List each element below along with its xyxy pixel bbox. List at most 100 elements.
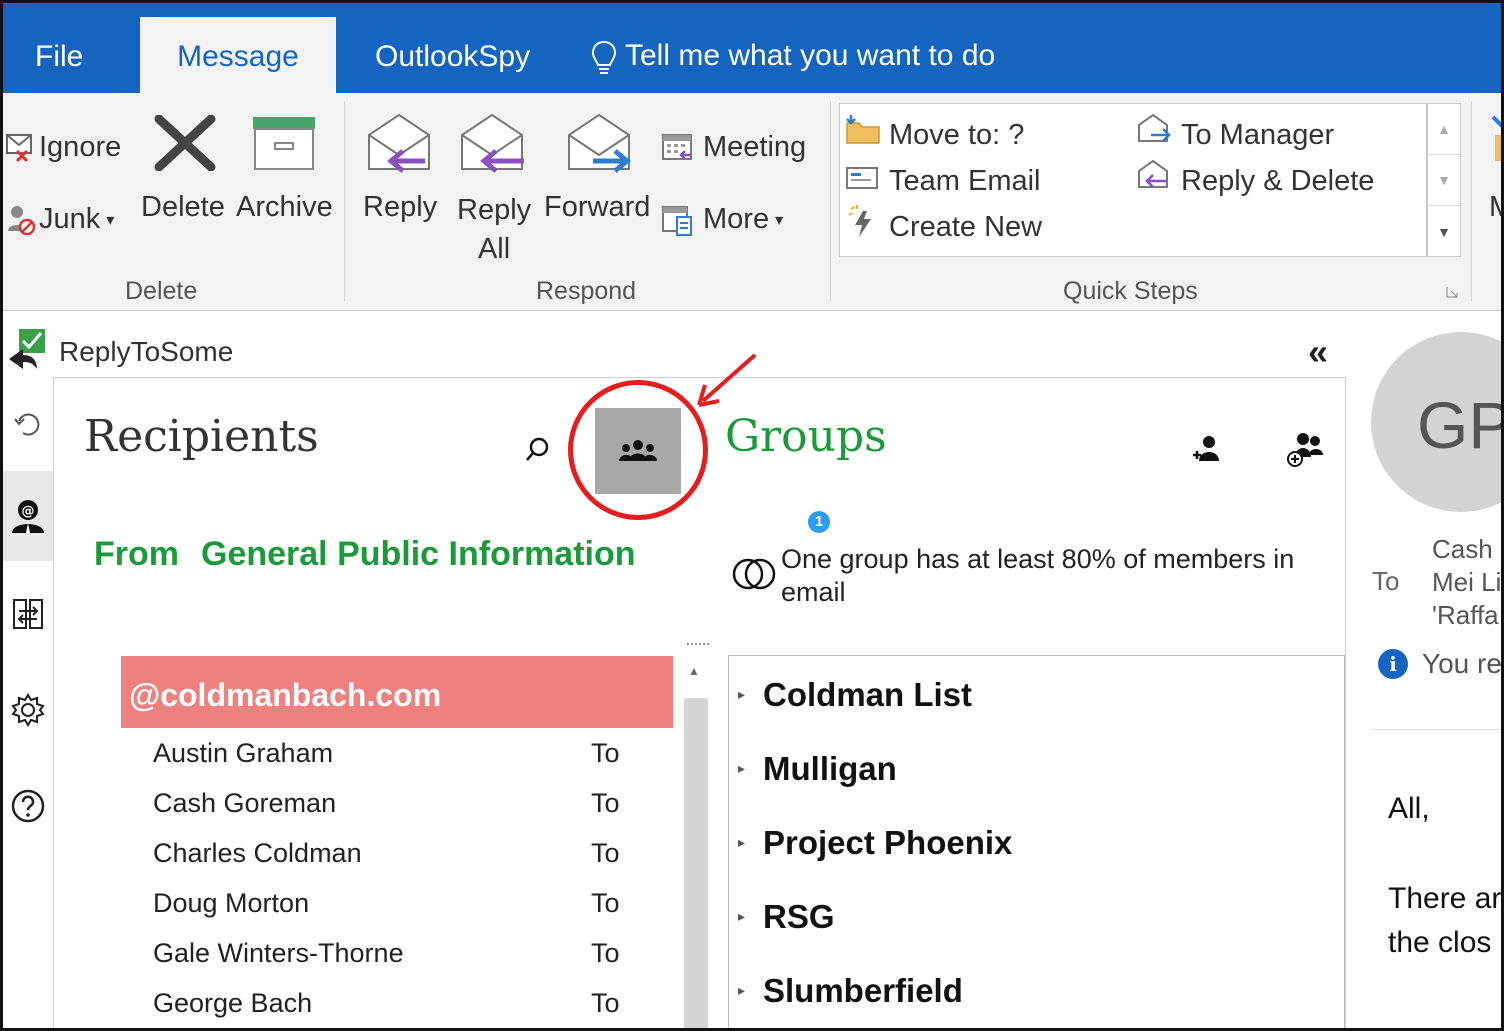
to-recipients: Cash G Mei Li 'Raffa [1432, 533, 1502, 632]
to-manager-icon [1138, 113, 1171, 142]
junk-button[interactable]: Junk ▾ [39, 203, 114, 236]
ribbon: Ignore Junk ▾ Delete Archive Delete Repl… [3, 93, 1501, 311]
recipient-name: Austin Graham [153, 738, 334, 768]
groups-list: ▸ Coldman List ▸ Mulligan ▸ Project Phoenix… [728, 655, 1345, 1028]
tab-file[interactable]: File [35, 17, 83, 93]
expand-arrow-icon[interactable]: ▸ [738, 982, 745, 999]
group-row[interactable]: ▸ Mulligan [729, 750, 1329, 810]
swap-icon [13, 599, 43, 629]
resize-grip[interactable] [687, 643, 709, 649]
group-name: Slumberfield [763, 972, 963, 1009]
chevron-down-icon: ▾ [775, 212, 784, 230]
settings-button[interactable] [3, 665, 53, 755]
to-label: To [1372, 566, 1400, 596]
from-value: General Public Information [201, 535, 636, 573]
reply-all-button[interactable]: Reply All [457, 191, 531, 269]
partial-ribbon-label: M [1489, 191, 1501, 224]
quick-steps-scrollbar[interactable]: ▲ ▼ ▼ [1427, 103, 1461, 257]
tell-me-search[interactable]: Tell me what you want to do [591, 17, 995, 93]
group-name: Project Phoenix [763, 824, 1013, 861]
dialog-launcher-icon[interactable] [1445, 285, 1459, 299]
respond-group-title: Respond [536, 277, 637, 305]
expand-arrow-icon[interactable]: ▸ [738, 908, 745, 925]
search-icon[interactable] [525, 436, 551, 464]
group-row[interactable]: ▸ Project Phoenix [729, 824, 1329, 884]
to-recipient: Mei Li [1432, 567, 1502, 597]
swap-view-button[interactable] [3, 569, 53, 659]
recipient-row[interactable]: Doug Morton To [153, 881, 633, 931]
recipient-row[interactable]: Charles Coldman To [153, 831, 633, 881]
recipient-name: Charles Coldman [153, 838, 362, 868]
reply-notice: i You re [1378, 648, 1502, 680]
archive-icon [253, 117, 315, 170]
more-label: More [703, 203, 770, 235]
double-chevron-left-icon[interactable]: « [1308, 331, 1328, 373]
expand-arrow-icon[interactable]: ▸ [738, 760, 745, 777]
reply-all-label-2: All [477, 233, 511, 265]
quick-step-team-email[interactable]: Team Email [889, 165, 1041, 198]
replytosome-logo-icon [9, 329, 45, 369]
venn-circles-icon [732, 558, 776, 590]
addin-title: ReplyToSome [59, 336, 234, 367]
meeting-button[interactable]: Meeting [703, 131, 806, 164]
recipients-view-button[interactable]: @ [3, 471, 53, 561]
quick-step-move-to[interactable]: Move to: ? [889, 119, 1024, 152]
scroll-up-icon[interactable]: ▲ [688, 664, 700, 678]
recipient-type: To [591, 988, 620, 1018]
recipient-type: To [591, 938, 620, 968]
recipient-row[interactable]: George Bach To [153, 981, 633, 1028]
reply-all-icon [461, 113, 524, 173]
domain-header[interactable]: @coldmanbach.com [121, 656, 673, 728]
reply-notice-text: You re [1422, 648, 1502, 679]
help-button[interactable] [3, 761, 53, 851]
groups-title: Groups [725, 411, 887, 462]
from-label: From [94, 535, 179, 573]
expand-gallery-icon[interactable]: ▼ [1428, 206, 1460, 257]
recipients-list: Austin Graham To Cash Goreman To Charles C… [153, 731, 633, 1028]
quick-step-reply-delete[interactable]: Reply & Delete [1181, 165, 1374, 198]
svg-text:@: @ [22, 504, 35, 519]
partial-ribbon-icon [1491, 115, 1501, 161]
recipient-type: To [591, 838, 620, 868]
recipient-type: To [591, 788, 620, 818]
tab-message[interactable]: Message [140, 17, 336, 93]
recipient-name: Doug Morton [153, 888, 310, 918]
add-person-icon[interactable] [1191, 433, 1223, 465]
quick-step-to-manager[interactable]: To Manager [1181, 119, 1334, 152]
recipient-row[interactable]: Cash Goreman To [153, 781, 633, 831]
quick-step-create-new[interactable]: Create New [889, 211, 1042, 244]
recipient-type: To [591, 738, 620, 768]
delete-button[interactable]: Delete [141, 191, 225, 224]
group-row[interactable]: ▸ Coldman List [729, 676, 1329, 736]
to-recipient: 'Raffa [1432, 600, 1499, 630]
group-separator [830, 101, 831, 301]
recipient-row[interactable]: Gale Winters-Thorne To [153, 931, 633, 981]
sender-avatar: GP [1371, 332, 1501, 512]
group-row[interactable]: ▸ Slumberfield [729, 972, 1329, 1028]
forward-button[interactable]: Forward [544, 191, 650, 224]
recipient-row[interactable]: Austin Graham To [153, 731, 633, 781]
reply-button[interactable]: Reply [363, 191, 437, 224]
recipient-name: Cash Goreman [153, 788, 337, 818]
addin-sidebar: @ [3, 379, 53, 1028]
group-row[interactable]: ▸ RSG [729, 898, 1329, 958]
ignore-button[interactable]: Ignore [39, 131, 121, 164]
recipients-scrollbar[interactable]: ▲ [680, 658, 708, 1028]
add-group-icon[interactable] [1285, 431, 1325, 467]
scroll-down-icon[interactable]: ▼ [1428, 155, 1460, 206]
more-button[interactable]: More ▾ [703, 203, 783, 236]
junk-label: Junk [39, 203, 101, 235]
archive-button[interactable]: Archive [236, 191, 333, 224]
scroll-up-icon[interactable]: ▲ [1428, 104, 1460, 155]
scrollbar-thumb[interactable] [684, 698, 708, 1028]
gear-icon [11, 693, 45, 727]
undo-button[interactable] [3, 379, 53, 469]
reply-icon [368, 113, 430, 173]
tab-outlookspy[interactable]: OutlookSpy [375, 17, 530, 93]
expand-arrow-icon[interactable]: ▸ [738, 834, 745, 851]
lightning-icon [848, 205, 871, 237]
groups-info-text: One group has at least 80% of members in… [781, 544, 1295, 607]
to-recipient: Cash G [1432, 534, 1501, 564]
expand-arrow-icon[interactable]: ▸ [738, 686, 745, 703]
info-count-badge: 1 [808, 511, 830, 533]
